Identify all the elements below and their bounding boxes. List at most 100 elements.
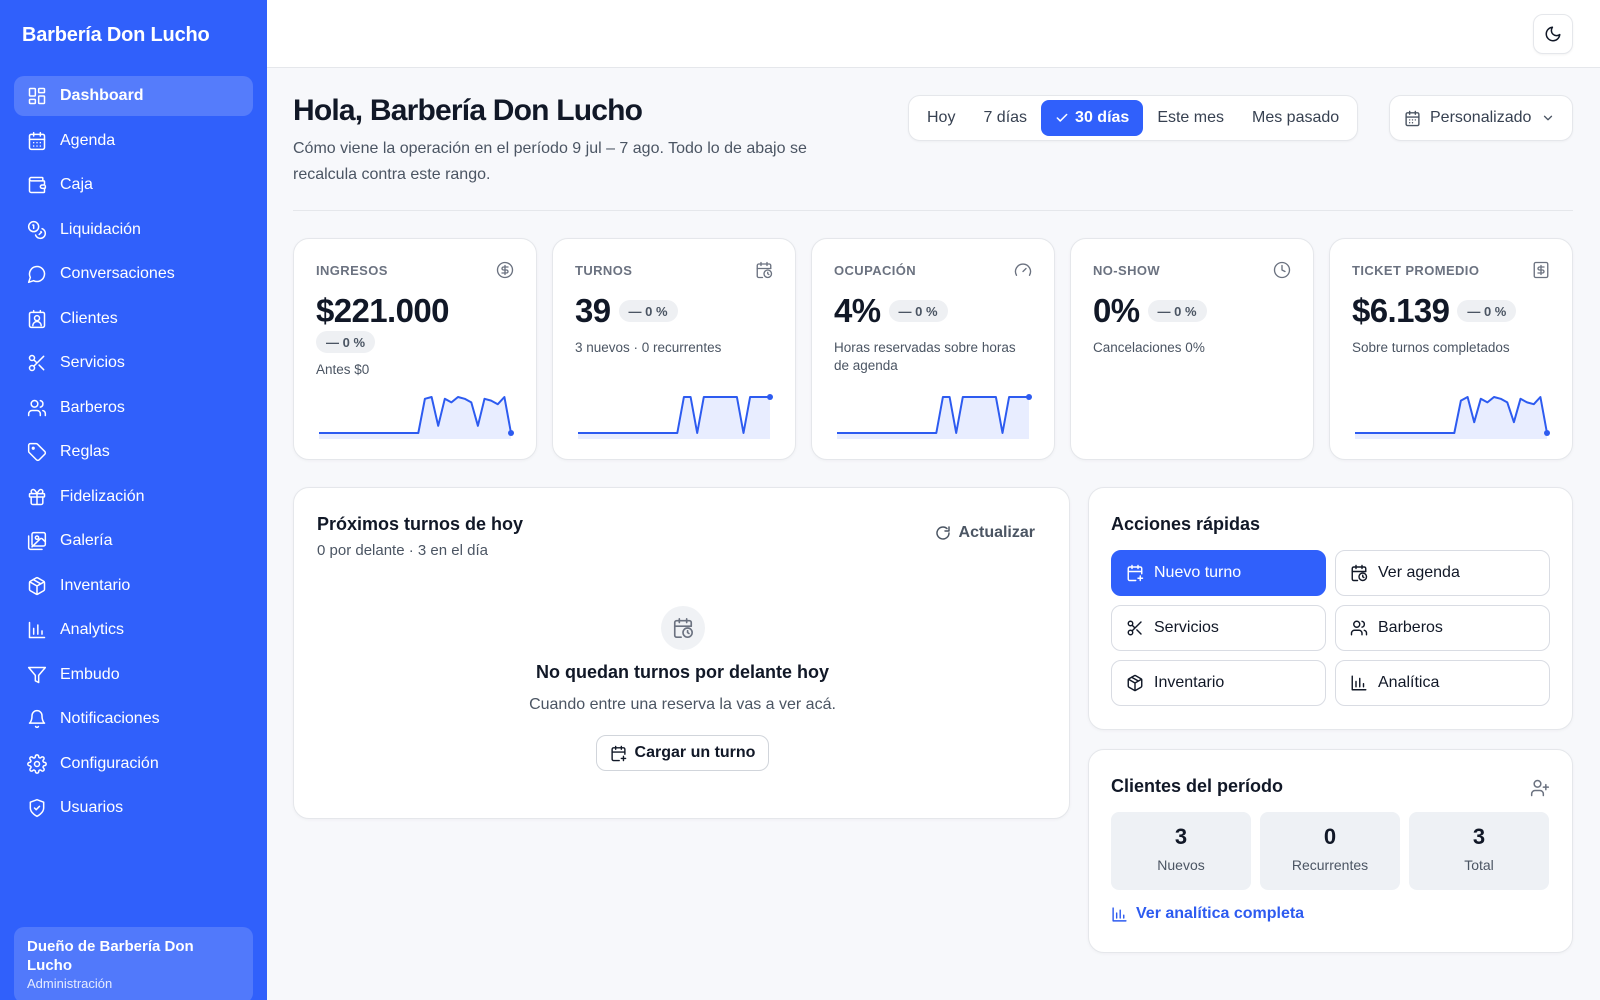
quick-action-inventario[interactable]: Inventario — [1111, 660, 1326, 706]
sidebar-item-label: Caja — [60, 176, 93, 193]
kpi-delta-badge: — 0 % — [1147, 300, 1207, 322]
kpi-delta-badge: — 0 % — [1457, 300, 1517, 322]
kpi-card: TICKET PROMEDIO $6.139 — 0 % Sobre turnos c… — [1329, 238, 1573, 460]
calendar-clock-icon — [1350, 564, 1378, 582]
kpi-card: OCUPACIÓN 4% — 0 % Horas reservadas sobre h… — [811, 238, 1055, 460]
quick-action-analitica[interactable]: Analítica — [1335, 660, 1550, 706]
range-option[interactable]: 30 días — [1041, 100, 1144, 136]
sidebar-item-configuracion[interactable]: Configuración — [14, 744, 253, 784]
quick-action-label: Nuevo turno — [1154, 564, 1242, 581]
sparkline-end-point — [508, 430, 514, 436]
client-stat: 3 Total — [1409, 812, 1549, 890]
quick-action-servicios[interactable]: Servicios — [1111, 605, 1326, 651]
theme-toggle-button[interactable] — [1533, 14, 1573, 54]
page-title: Hola, Barbería Don Lucho — [293, 94, 643, 127]
sidebar: Barbería Don Lucho Dashboard Agenda Caja Li… — [0, 0, 267, 1000]
client-stat-value: 3 — [1174, 824, 1188, 849]
refresh-button[interactable]: Actualizar — [935, 524, 1035, 542]
client-stat-value: 0 — [1323, 824, 1337, 849]
chevron-down-icon — [1541, 111, 1555, 125]
kpi-delta-badge: — 0 % — [888, 300, 948, 322]
sidebar-item-agenda[interactable]: Agenda — [14, 121, 253, 161]
sidebar-item-usuarios[interactable]: Usuarios — [14, 788, 253, 828]
shield-icon — [27, 798, 47, 818]
kpi-subtitle: Antes $0 — [316, 362, 370, 377]
sparkline-end-point — [1544, 430, 1550, 436]
range-option[interactable]: Hoy — [913, 100, 969, 136]
sidebar-item-galeria[interactable]: Galería — [14, 521, 253, 561]
range-option[interactable]: Mes pasado — [1238, 100, 1353, 136]
quick-actions-panel: Acciones rápidas Nuevo turno Ver agenda Se… — [1088, 487, 1573, 730]
sidebar-item-label: Fidelización — [60, 487, 145, 505]
sidebar-item-label: Agenda — [60, 131, 116, 149]
sidebar-item-dashboard[interactable]: Dashboard — [14, 76, 253, 116]
next-appointments-subtitle: 0 por delante · 3 en el día — [317, 542, 488, 559]
sidebar-item-label: Inventario — [60, 576, 131, 594]
custom-range-label: Personalizado — [1430, 109, 1532, 126]
quick-action-ver-agenda[interactable]: Ver agenda — [1335, 550, 1550, 596]
range-option-label: Mes pasado — [1252, 109, 1340, 126]
sidebar-item-servicios[interactable]: Servicios — [14, 343, 253, 383]
sidebar-item-label: Galería — [60, 532, 113, 549]
refresh-label: Actualizar — [958, 524, 1035, 541]
wallet-icon — [27, 175, 47, 195]
quick-action-label: Inventario — [1154, 674, 1225, 691]
sidebar-item-label: Usuarios — [60, 799, 124, 816]
sidebar-item-fidelizacion[interactable]: Fidelización — [14, 477, 253, 517]
sidebar-item-caja[interactable]: Caja — [14, 165, 253, 205]
dollar-circle-icon — [496, 261, 514, 279]
sidebar-item-label: Configuración — [60, 754, 159, 772]
range-option[interactable]: 7 días — [969, 100, 1041, 136]
sidebar-item-embudo[interactable]: Embudo — [14, 655, 253, 695]
sidebar-item-conversaciones[interactable]: Conversaciones — [14, 254, 253, 294]
kpi-label: NO-SHOW — [1093, 262, 1161, 278]
calendar-icon — [1404, 110, 1421, 127]
see-full-analytics-link[interactable]: Ver analítica completa — [1111, 905, 1304, 923]
sidebar-item-label: Clientes — [60, 309, 118, 327]
see-full-analytics-label: Ver analítica completa — [1136, 905, 1305, 922]
user-role: Administración — [27, 976, 113, 991]
sidebar-item-label: Barberos — [60, 398, 125, 416]
kpi-subtitle: Cancelaciones 0% — [1093, 340, 1205, 355]
brand-title: Barbería Don Lucho — [22, 24, 210, 46]
tag-icon — [27, 442, 47, 462]
client-stat: 0 Recurrentes — [1260, 812, 1400, 890]
sidebar-item-clientes[interactable]: Clientes — [14, 299, 253, 339]
users-icon — [27, 398, 47, 418]
calendar-icon — [27, 131, 47, 151]
user-card[interactable]: Dueño de Barbería Don Lucho Administraci… — [14, 927, 253, 1000]
kpi-subtitle: Horas reservadas sobre horas de agenda — [834, 340, 1016, 373]
sidebar-item-inventario[interactable]: Inventario — [14, 566, 253, 606]
sidebar-item-notificaciones[interactable]: Notificaciones — [14, 699, 253, 739]
kpi-sparkline — [578, 394, 773, 439]
client-stat-label: Total — [1464, 857, 1494, 873]
sidebar-item-barberos[interactable]: Barberos — [14, 388, 253, 428]
receipt-icon — [1532, 261, 1550, 279]
add-user-icon[interactable] — [1530, 778, 1550, 798]
quick-action-barberos[interactable]: Barberos — [1335, 605, 1550, 651]
bar-chart-icon — [1350, 674, 1378, 692]
kpi-label: OCUPACIÓN — [834, 262, 917, 278]
range-option-label: Este mes — [1157, 109, 1224, 126]
load-appointment-button[interactable]: Cargar un turno — [596, 735, 769, 771]
client-stat: 3 Nuevos — [1111, 812, 1251, 890]
sidebar-item-liquidacion[interactable]: Liquidación — [14, 210, 253, 250]
kpi-card: TURNOS 39 — 0 % 3 nuevos · 0 recurrentes — [552, 238, 796, 460]
page-subtitle: Cómo viene la operación en el período 9 … — [293, 140, 807, 183]
bar-chart-icon — [27, 620, 47, 640]
sidebar-item-label: Conversaciones — [60, 265, 175, 282]
clients-panel: Clientes del período 3 Nuevos 0 Recurrentes… — [1088, 749, 1573, 953]
quick-action-nuevo-turno[interactable]: Nuevo turno — [1111, 550, 1326, 596]
gauge-icon — [1014, 261, 1032, 279]
sidebar-item-analytics[interactable]: Analytics — [14, 610, 253, 650]
scissors-icon — [1126, 619, 1154, 637]
kpi-value: 4% — [834, 292, 881, 329]
calendar-clock-icon — [661, 606, 705, 650]
custom-range-dropdown[interactable]: Personalizado — [1389, 95, 1573, 141]
refresh-icon — [935, 525, 959, 541]
empty-state-subtitle: Cuando entre una reserva la vas a ver ac… — [529, 696, 836, 713]
range-option[interactable]: Este mes — [1143, 100, 1238, 136]
sidebar-item-reglas[interactable]: Reglas — [14, 432, 253, 472]
kpi-delta-badge: — 0 % — [316, 331, 376, 353]
kpi-label: TICKET PROMEDIO — [1352, 262, 1480, 278]
